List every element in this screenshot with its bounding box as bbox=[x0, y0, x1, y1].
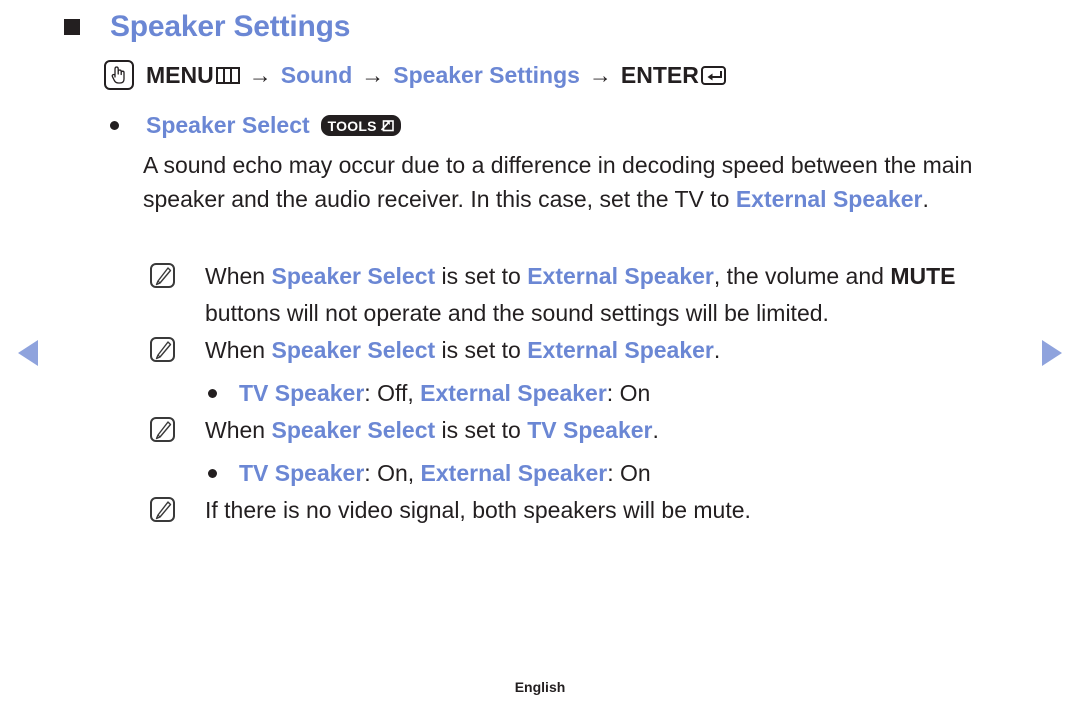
text-run: Speaker Select bbox=[271, 263, 436, 289]
tools-arrow-icon bbox=[380, 119, 394, 132]
note-pencil-icon bbox=[150, 263, 175, 288]
path-arrow-3: → bbox=[588, 61, 612, 88]
note-text: If there is no video signal, both speake… bbox=[205, 492, 751, 529]
text-run: . bbox=[713, 337, 721, 363]
text-run: : On bbox=[607, 460, 651, 486]
page-header: Speaker Settings bbox=[64, 10, 350, 44]
menu-label: MENU bbox=[146, 61, 214, 88]
tools-badge: TOOLS bbox=[320, 115, 401, 136]
note-pencil-icon bbox=[150, 497, 175, 522]
note-pencil-icon bbox=[150, 417, 175, 442]
text-run: External Speaker bbox=[527, 263, 714, 289]
black-square-bullet-icon bbox=[64, 19, 80, 35]
text-run: . bbox=[652, 417, 659, 443]
sub-bullet-row: TV Speaker: On, External Speaker: On bbox=[208, 460, 651, 487]
note-row: When Speaker Select is set to External S… bbox=[150, 258, 1005, 332]
note-pencil-icon bbox=[150, 337, 175, 362]
tools-badge-label: TOOLS bbox=[327, 117, 377, 134]
text-run: TV Speaker bbox=[239, 460, 365, 486]
text-run: is set to bbox=[435, 417, 528, 443]
page-title: Speaker Settings bbox=[110, 10, 351, 43]
enter-label: ENTER bbox=[620, 61, 699, 88]
text-run: , the volume and bbox=[713, 263, 891, 289]
path-arrow-2: → bbox=[361, 61, 385, 88]
note-row: When Speaker Select is set to TV Speaker… bbox=[150, 412, 659, 449]
text-run: buttons will not operate and the sound s… bbox=[205, 300, 829, 326]
menu-grid-icon bbox=[215, 66, 240, 84]
prev-page-arrow-icon[interactable] bbox=[18, 340, 38, 366]
text-run: : Off, bbox=[364, 380, 421, 406]
bullet-dot-icon bbox=[110, 121, 119, 130]
text-run: External Speaker bbox=[420, 380, 607, 406]
text-run: Speaker Select bbox=[271, 417, 436, 443]
menu-item-sound: Sound bbox=[280, 61, 353, 88]
text-run: Speaker Select bbox=[271, 337, 436, 363]
bullet-dot-icon bbox=[208, 469, 217, 478]
text-run: is set to bbox=[435, 337, 528, 363]
text-run: TV Speaker bbox=[239, 380, 365, 406]
text-run: : On, bbox=[364, 460, 421, 486]
note-text: When Speaker Select is set to External S… bbox=[205, 332, 720, 369]
description-paragraph: A sound echo may occur due to a differen… bbox=[143, 148, 1018, 216]
footer-language: English bbox=[514, 679, 566, 695]
text-run: When bbox=[205, 337, 272, 363]
speaker-select-bullet: Speaker Select TOOLS bbox=[110, 112, 401, 139]
hand-pointer-icon bbox=[104, 60, 134, 90]
speaker-select-label: Speaker Select bbox=[146, 112, 310, 138]
note-row: If there is no video signal, both speake… bbox=[150, 492, 751, 529]
sub-bullet-row: TV Speaker: Off, External Speaker: On bbox=[208, 380, 650, 407]
note-text: When Speaker Select is set to External S… bbox=[205, 258, 1005, 332]
paragraph-text-2: . bbox=[922, 186, 929, 212]
paragraph-highlight: External Speaker bbox=[735, 186, 923, 212]
sub-bullet-text: TV Speaker: Off, External Speaker: On bbox=[239, 380, 650, 407]
path-arrow-1: → bbox=[248, 61, 272, 88]
text-run: is set to bbox=[435, 263, 528, 289]
text-run: If there is no video signal, both speake… bbox=[205, 497, 751, 523]
menu-item-speaker-settings: Speaker Settings bbox=[393, 61, 580, 88]
text-run: When bbox=[205, 417, 272, 443]
note-row: When Speaker Select is set to External S… bbox=[150, 332, 720, 369]
text-run: External Speaker bbox=[527, 337, 714, 363]
text-run: : On bbox=[606, 380, 651, 406]
bullet-dot-icon bbox=[208, 389, 217, 398]
text-run: When bbox=[205, 263, 272, 289]
menu-path-breadcrumb: MENU → Sound → Speaker Settings → ENTER bbox=[104, 60, 726, 90]
sub-bullet-text: TV Speaker: On, External Speaker: On bbox=[239, 460, 651, 487]
next-page-arrow-icon[interactable] bbox=[1042, 340, 1062, 366]
text-run: External Speaker bbox=[420, 460, 608, 486]
text-run: TV Speaker bbox=[527, 417, 653, 443]
note-text: When Speaker Select is set to TV Speaker… bbox=[205, 412, 659, 449]
enter-return-icon bbox=[700, 65, 726, 85]
manual-page: Speaker Settings MENU → Sound → Speaker … bbox=[0, 0, 1080, 705]
text-run: MUTE bbox=[890, 263, 956, 289]
